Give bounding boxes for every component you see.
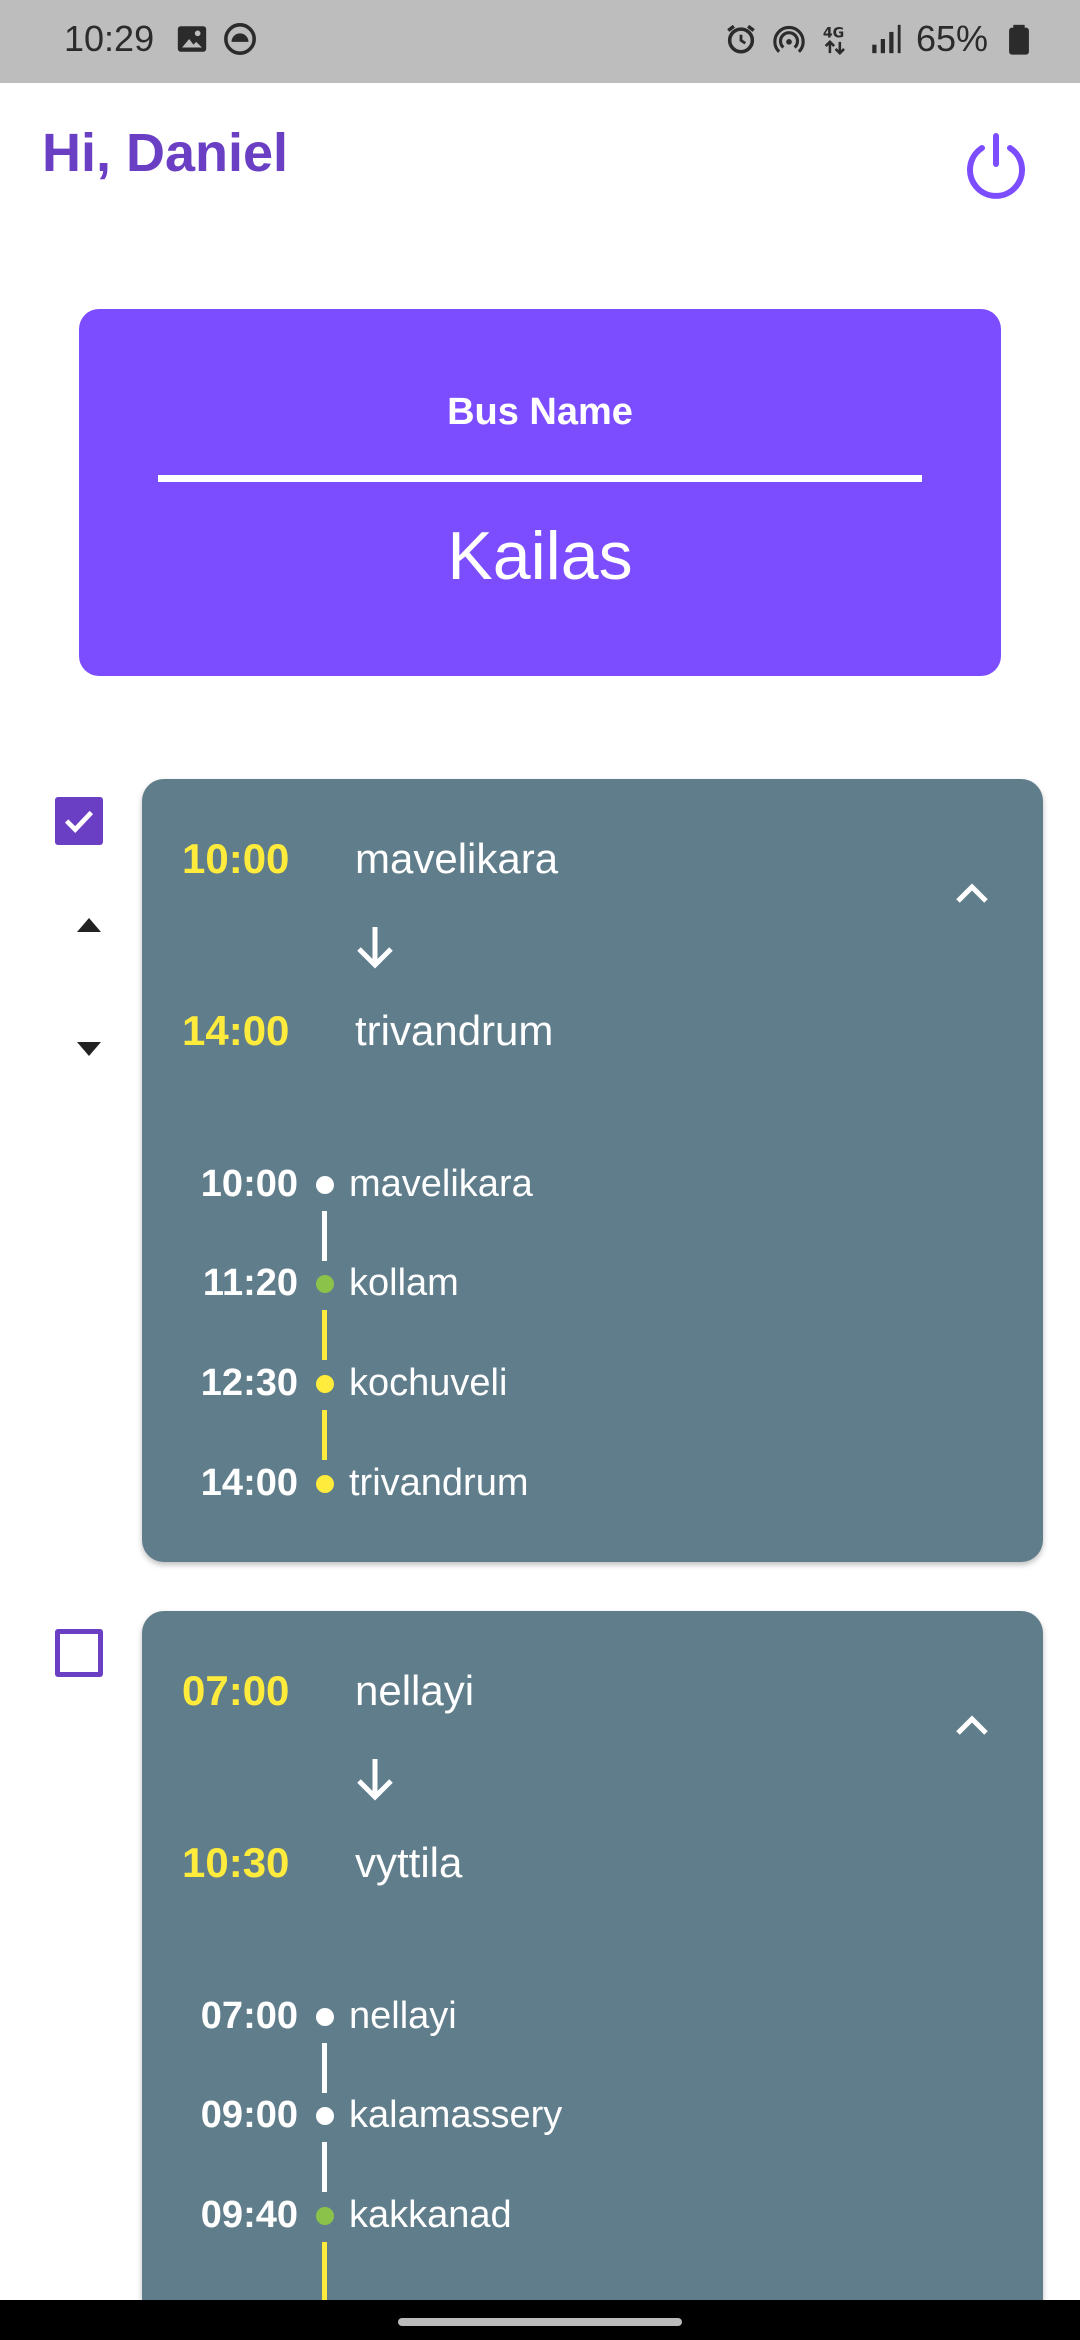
bus-name-label: Bus Name <box>447 391 633 433</box>
battery-icon <box>1009 24 1029 55</box>
navigation-bar <box>0 2300 1080 2340</box>
alarm-icon <box>727 24 755 54</box>
stop-dot <box>316 1275 334 1293</box>
cloud-sync-icon <box>224 23 256 55</box>
svg-text:4G: 4G <box>823 26 844 42</box>
stop-time: 09:00 <box>200 2094 298 2136</box>
route-checkbox-1[interactable] <box>55 797 103 845</box>
status-time: 10:29 <box>64 18 155 59</box>
check-icon <box>64 810 94 833</box>
route-end-place: trivandrum <box>355 1007 554 1054</box>
chevron-up-icon[interactable] <box>950 871 994 915</box>
timeline-connector <box>322 1211 327 1261</box>
stop-place: kochuveli <box>349 1362 508 1404</box>
timeline-connector <box>322 2142 327 2192</box>
divider <box>158 475 922 482</box>
power-icon[interactable] <box>960 130 1032 202</box>
stop-place: kalamassery <box>349 2094 563 2136</box>
stop-dot <box>316 1475 334 1493</box>
battery-percent: 65% <box>915 18 988 59</box>
move-up-icon[interactable] <box>69 904 109 944</box>
route-end-place: vyttila <box>355 1839 463 1886</box>
bus-name-card: Bus Name Kailas <box>79 309 1001 676</box>
stop-time: 12:30 <box>200 1362 298 1404</box>
timeline-connector <box>322 1310 327 1360</box>
route-start-place: mavelikara <box>355 835 559 882</box>
route-start-time: 10:00 <box>182 835 290 882</box>
timeline-connector <box>322 2043 327 2093</box>
image-icon <box>177 26 207 52</box>
home-handle[interactable] <box>398 2318 682 2326</box>
stop-time: 10:00 <box>200 1163 298 1205</box>
route-start-time: 07:00 <box>182 1667 290 1714</box>
stop-time: 09:40 <box>200 2194 298 2236</box>
arrow-down-icon <box>357 927 393 969</box>
stop-dot <box>316 2207 334 2225</box>
route-card-1[interactable]: 10:00 mavelikara 14:00 trivandrum 10:00 … <box>142 779 1043 1562</box>
stop-place: mavelikara <box>349 1163 533 1205</box>
route-checkbox-2[interactable] <box>55 1629 103 1677</box>
stop-dot <box>316 1375 334 1393</box>
route-card-2[interactable]: 07:00 nellayi 10:30 vyttila 07:00 nellay… <box>142 1611 1043 2340</box>
stop-place: nellayi <box>349 1995 457 2037</box>
route-end-time: 14:00 <box>182 1007 290 1054</box>
timeline-connector <box>322 2242 327 2302</box>
stop-dot <box>316 2008 334 2026</box>
stop-place: trivandrum <box>349 1462 529 1504</box>
signal-icon <box>872 24 901 54</box>
route-start-place: nellayi <box>355 1667 475 1714</box>
stop-time: 07:00 <box>200 1995 298 2037</box>
chevron-up-icon[interactable] <box>950 1703 994 1747</box>
stop-time: 14:00 <box>200 1462 298 1504</box>
status-bar: 10:29 4G 65% <box>0 0 1080 83</box>
greeting-title: Hi, Daniel <box>42 123 289 183</box>
stop-dot <box>316 2107 334 2125</box>
route-end-time: 10:30 <box>182 1839 290 1886</box>
stop-place: kollam <box>349 1262 459 1304</box>
stop-time: 11:20 <box>202 1262 298 1304</box>
stop-place: kakkanad <box>349 2194 512 2236</box>
arrow-down-icon <box>357 1759 393 1801</box>
bus-name-value: Kailas <box>447 518 633 594</box>
move-down-icon[interactable] <box>69 1030 109 1070</box>
hotspot-icon <box>773 25 805 53</box>
network-4g-icon: 4G <box>823 26 845 55</box>
timeline-connector <box>322 1410 327 1460</box>
stop-dot <box>316 1176 334 1194</box>
